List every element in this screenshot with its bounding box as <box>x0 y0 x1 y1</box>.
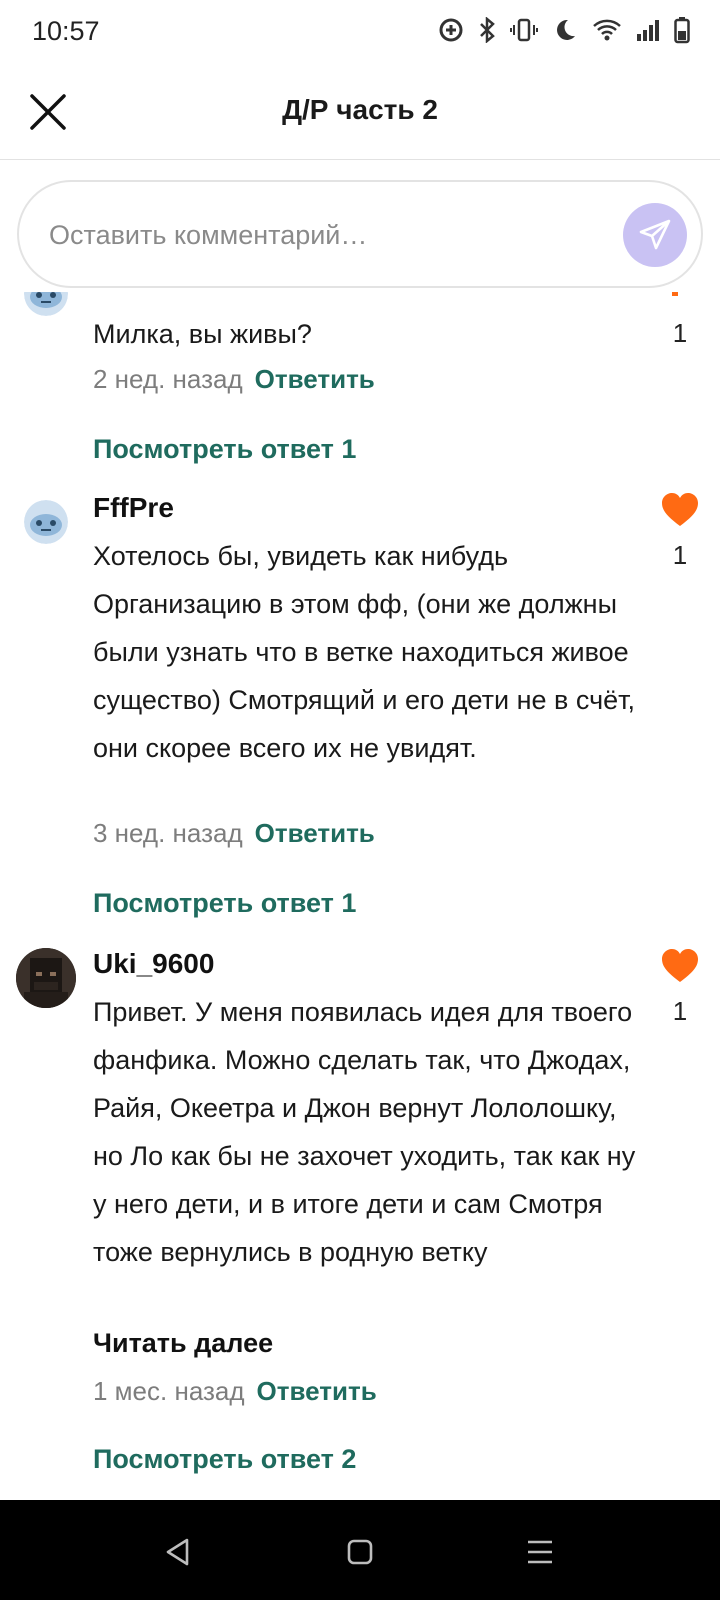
home-button[interactable] <box>340 1532 380 1572</box>
page-title: Д/Р часть 2 <box>282 94 438 125</box>
comment-placeholder: Оставить комментарий… <box>49 220 368 250</box>
like-icon-fragment <box>672 292 678 296</box>
comments-list: Милка, вы живы? 1 2 нед. назад Ответить П… <box>0 292 720 1500</box>
data-saver-icon <box>439 18 463 42</box>
heart-icon[interactable] <box>660 492 700 528</box>
like-count: 1 <box>672 996 688 1026</box>
avatar[interactable] <box>24 292 68 316</box>
status-bar: 10:57 <box>0 0 720 66</box>
vibrate-icon <box>510 18 538 42</box>
signal-icon <box>637 20 659 41</box>
recents-icon <box>528 1540 552 1564</box>
do-not-disturb-icon <box>557 19 575 40</box>
send-button[interactable] <box>623 203 687 267</box>
status-time: 10:57 <box>32 16 100 46</box>
avatar[interactable] <box>24 500 68 544</box>
heart-icon[interactable] <box>660 948 700 984</box>
battery-icon <box>674 17 690 44</box>
reply-button[interactable]: Ответить <box>257 1376 377 1406</box>
comment-text: Привет. У меня появилась идея для твоего… <box>93 997 636 1267</box>
navigation-bar <box>0 1500 720 1600</box>
home-icon <box>347 1539 373 1565</box>
view-replies-link[interactable]: Посмотреть ответ 1 <box>93 888 356 919</box>
reply-button[interactable]: Ответить <box>255 364 375 394</box>
wifi-icon <box>593 19 621 41</box>
avatar[interactable] <box>16 948 76 1008</box>
status-icons <box>438 16 690 44</box>
comment-time: 2 нед. назад <box>93 364 243 394</box>
comment-meta: 2 нед. назад Ответить <box>93 364 375 395</box>
back-button[interactable] <box>158 1532 198 1572</box>
like-count: 1 <box>672 318 688 348</box>
comment-meta: 1 мес. назад Ответить <box>93 1376 377 1407</box>
back-icon <box>166 1538 189 1566</box>
header: Д/Р часть 2 <box>0 66 720 160</box>
username[interactable]: Uki_9600 <box>93 948 214 980</box>
comment-time: 3 нед. назад <box>93 818 243 848</box>
bluetooth-icon <box>480 17 495 43</box>
comment-text: Хотелось бы, увидеть как нибудь Организа… <box>93 541 636 763</box>
like-count: 1 <box>672 540 688 570</box>
reply-button[interactable]: Ответить <box>255 818 375 848</box>
username[interactable]: FffPre <box>93 492 174 524</box>
comment-time: 1 мес. назад <box>93 1376 245 1406</box>
read-more-link[interactable]: Читать далее <box>93 1328 273 1359</box>
view-replies-link[interactable]: Посмотреть ответ 2 <box>93 1444 356 1475</box>
recents-button[interactable] <box>520 1532 560 1572</box>
comment-meta: 3 нед. назад Ответить <box>93 818 375 849</box>
comment-text: Милка, вы живы? <box>93 319 312 349</box>
view-replies-link[interactable]: Посмотреть ответ 1 <box>93 434 356 465</box>
send-icon <box>639 219 671 250</box>
comment-input[interactable]: Оставить комментарий… <box>17 180 703 288</box>
